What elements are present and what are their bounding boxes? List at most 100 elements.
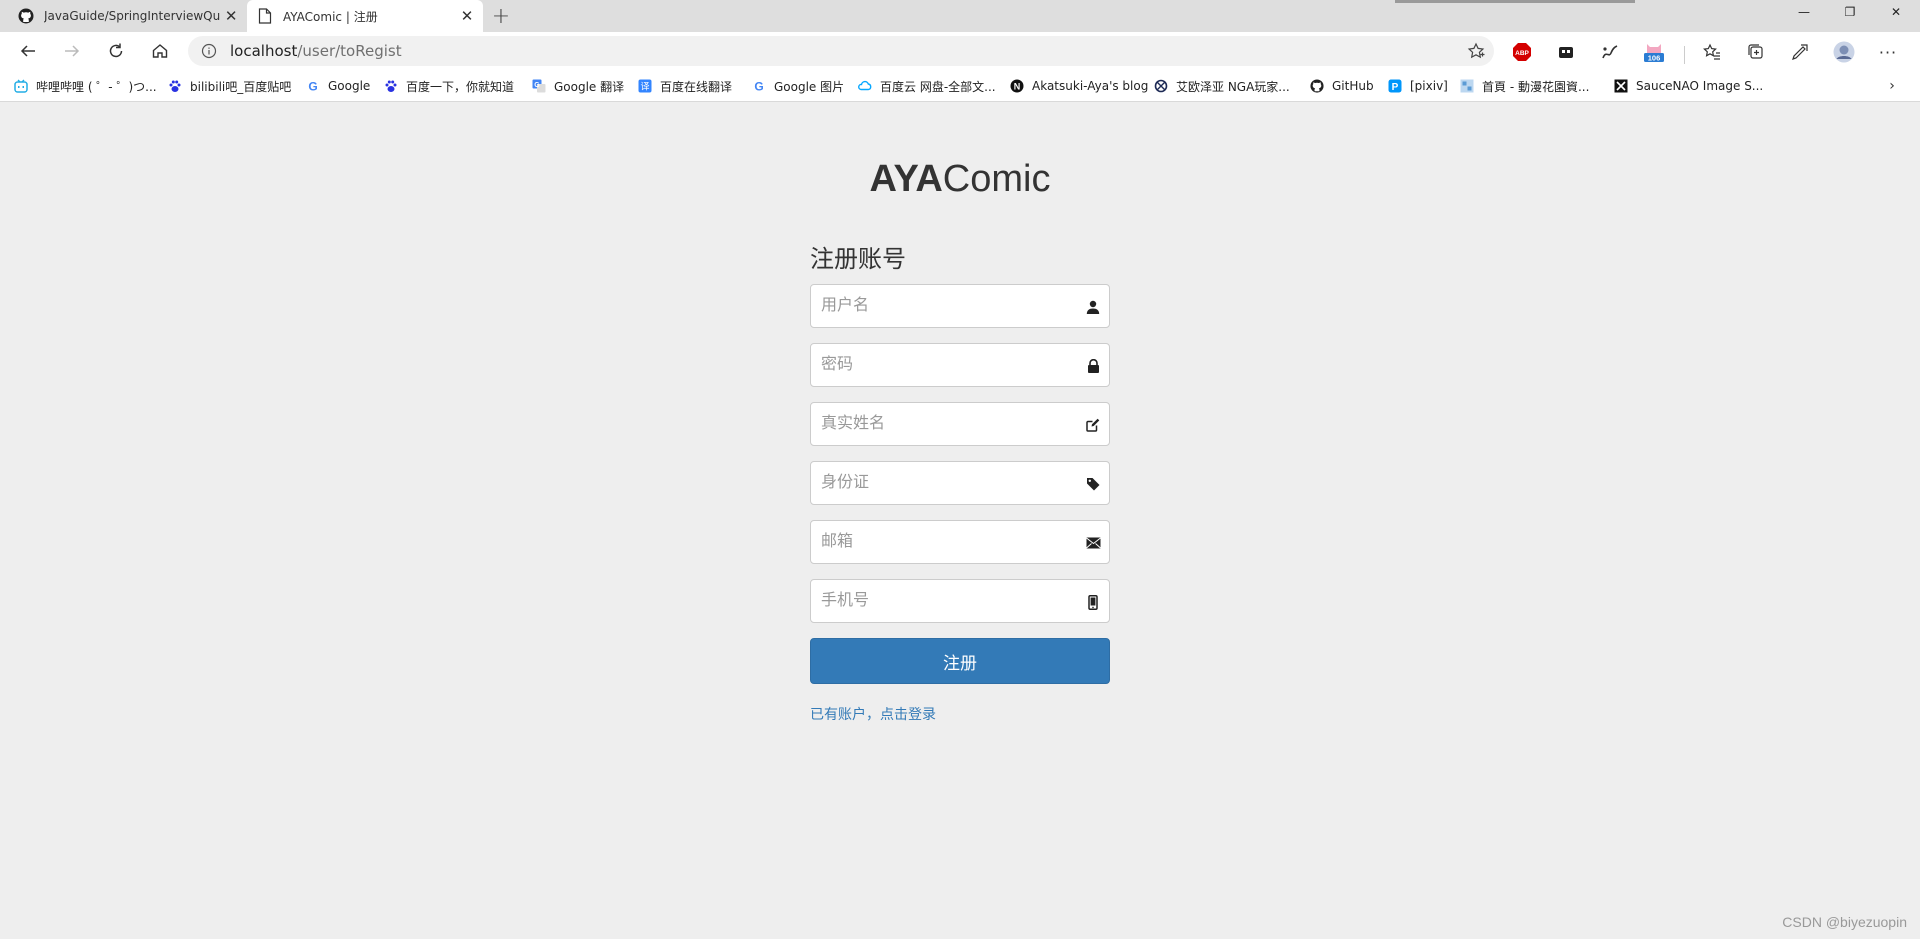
browser-titlebar: JavaGuide/SpringInterviewQuest ✕ AYAComi…: [0, 0, 1920, 32]
login-link[interactable]: 已有账户，点击登录: [810, 704, 1110, 724]
page-icon: [257, 8, 273, 24]
bookmark-label: 哔哩哔哩 ( ゜- ゜)つ...: [36, 79, 157, 94]
register-form: 注册账号 注册 已有账户，点击登录: [810, 242, 1110, 724]
svg-text:G: G: [308, 80, 317, 94]
svg-text:G: G: [754, 80, 763, 94]
adblock-icon[interactable]: ABP: [1510, 40, 1534, 64]
arrow-right-icon: [65, 45, 80, 57]
bookmark-label: [pixiv]: [1410, 79, 1448, 93]
extension-bag-icon[interactable]: [1554, 40, 1578, 64]
bookmark-label: bilibili吧_百度贴吧: [190, 79, 292, 94]
baidu-cloud-icon: [858, 79, 872, 93]
phone-field: [810, 579, 1110, 623]
brand-logo: AYAComic: [0, 158, 1920, 201]
favorites-icon[interactable]: [1700, 40, 1724, 64]
nga-icon: [1154, 79, 1168, 93]
toolbar-divider: [1684, 46, 1685, 64]
lock-icon: [1085, 358, 1101, 374]
realname-input[interactable]: [811, 403, 1109, 445]
brand-bold-text: AYA: [869, 158, 943, 200]
extension-graph-icon[interactable]: [1598, 40, 1622, 64]
refresh-button[interactable]: [100, 35, 132, 67]
github-icon: [1310, 79, 1324, 93]
restore-button[interactable]: ❐: [1827, 0, 1873, 24]
saucenao-icon: [1614, 79, 1628, 93]
svg-text:N: N: [1014, 82, 1021, 92]
star-icon[interactable]: [1466, 41, 1486, 61]
bookmark-baidu-translate[interactable]: 译 百度在线翻译: [638, 77, 732, 95]
user-icon: [1085, 299, 1101, 315]
idcard-field: [810, 461, 1110, 505]
home-icon: [152, 44, 168, 58]
bookmark-label: 首頁 - 動漫花園資...: [1482, 79, 1590, 94]
bilibili-icon: [14, 79, 28, 93]
bookmark-google-images[interactable]: G Google 图片: [752, 77, 844, 95]
extension-badge-icon[interactable]: 106: [1642, 40, 1666, 64]
idcard-input[interactable]: [811, 462, 1109, 504]
bookmark-label: Akatsuki-Aya's blog: [1032, 79, 1149, 93]
bookmark-dmhy[interactable]: 首頁 - 動漫花園資...: [1460, 77, 1589, 95]
bookmarks-bar: 哔哩哔哩 ( ゜- ゜)つ... bilibili吧_百度贴吧 G Google…: [0, 70, 1920, 102]
arrow-left-icon: [20, 45, 35, 57]
watermark: CSDN @biyezuopin: [1782, 914, 1907, 930]
bookmark-pixiv[interactable]: P [pixiv]: [1388, 77, 1448, 95]
bookmark-saucenao[interactable]: SauceNAO Image S...: [1614, 77, 1763, 95]
close-icon[interactable]: ✕: [220, 4, 242, 28]
browser-toolbar: localhost/user/toRegist ABP 106 ···: [0, 32, 1920, 70]
tab-ayacomic[interactable]: AYAComic | 注册 ✕: [247, 0, 483, 32]
collections-icon[interactable]: [1744, 40, 1768, 64]
home-button[interactable]: [144, 35, 176, 67]
refresh-icon: [109, 43, 123, 58]
minimize-button[interactable]: —: [1781, 0, 1827, 24]
envelope-icon: [1085, 535, 1101, 551]
forward-button[interactable]: [56, 35, 88, 67]
svg-text:G: G: [534, 82, 540, 89]
baidu-paw-icon: [384, 79, 398, 93]
bookmark-google[interactable]: G Google: [306, 77, 370, 95]
bookmark-baidu-pan[interactable]: 百度云 网盘-全部文...: [858, 77, 996, 95]
password-input[interactable]: [811, 344, 1109, 386]
bookmark-label: 百度在线翻译: [660, 79, 733, 94]
address-bar[interactable]: localhost/user/toRegist: [188, 36, 1494, 66]
bookmark-bilibili[interactable]: 哔哩哔哩 ( ゜- ゜)つ...: [14, 77, 157, 95]
bookmark-label: Google 翻译: [554, 79, 625, 94]
window-close-button[interactable]: ✕: [1873, 0, 1919, 24]
bookmark-label: GitHub: [1332, 79, 1374, 93]
github-icon: [18, 8, 34, 24]
bookmarks-overflow-button[interactable]: ›: [1882, 77, 1902, 95]
svg-text:P: P: [1392, 82, 1399, 93]
username-input[interactable]: [811, 285, 1109, 327]
register-button[interactable]: 注册: [810, 638, 1110, 684]
new-tab-button[interactable]: +: [488, 4, 514, 29]
abp-label: ABP: [1515, 50, 1529, 57]
profile-avatar[interactable]: [1832, 40, 1856, 64]
info-icon[interactable]: [200, 42, 218, 60]
bookmark-nga[interactable]: 艾欧泽亚 NGA玩家...: [1154, 77, 1290, 95]
close-icon[interactable]: ✕: [455, 4, 479, 28]
more-menu-button[interactable]: ···: [1876, 40, 1900, 64]
back-button[interactable]: [12, 35, 44, 67]
brand-light-text: Comic: [942, 158, 1051, 200]
email-input[interactable]: [811, 521, 1109, 563]
google-icon: G: [306, 79, 320, 94]
bookmark-label: Google 图片: [774, 79, 845, 94]
bookmark-github[interactable]: GitHub: [1310, 77, 1374, 95]
bookmark-baidu[interactable]: 百度一下，你就知道: [384, 77, 514, 95]
bookmark-google-translate[interactable]: G Google 翻译: [532, 77, 624, 95]
email-field: [810, 520, 1110, 564]
phone-icon: [1085, 594, 1101, 610]
url-host: localhost: [230, 42, 298, 60]
username-field: [810, 284, 1110, 328]
pixiv-icon: P: [1388, 79, 1402, 93]
phone-input[interactable]: [811, 580, 1109, 622]
bookmark-bilibili-tieba[interactable]: bilibili吧_百度贴吧: [168, 77, 291, 95]
feedback-icon[interactable]: [1788, 40, 1812, 64]
bookmark-label: 百度一下，你就知道: [406, 79, 515, 94]
bookmark-label: SauceNAO Image S...: [1636, 79, 1764, 93]
bookmark-label: Google: [328, 79, 371, 93]
tab-javaguide[interactable]: JavaGuide/SpringInterviewQuest ✕: [8, 0, 246, 32]
bookmark-aya-blog[interactable]: N Akatsuki-Aya's blog: [1010, 77, 1148, 95]
google-icon: G: [752, 79, 766, 94]
password-field: [810, 343, 1110, 387]
titlebar-strip: [1395, 0, 1635, 3]
